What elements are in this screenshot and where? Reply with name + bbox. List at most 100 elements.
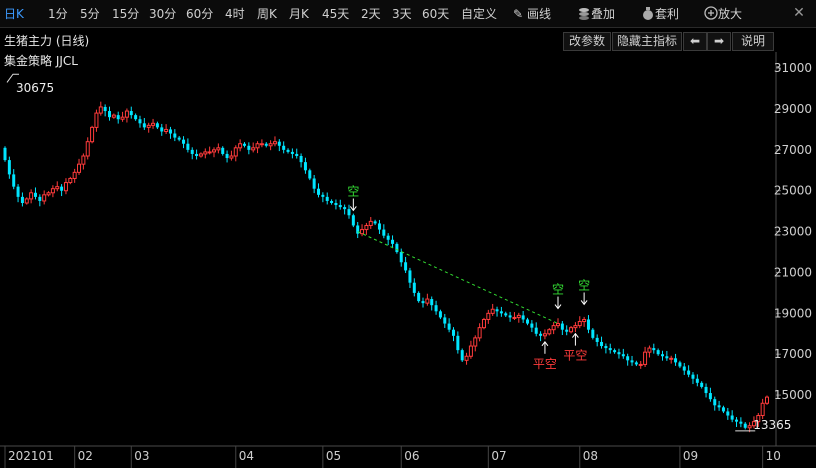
candle[interactable]: [317, 183, 321, 198]
period-custom[interactable]: 自定义: [461, 5, 497, 22]
candle[interactable]: [259, 139, 264, 148]
period-5m[interactable]: 5分: [80, 5, 100, 22]
close-icon[interactable]: ✕: [790, 4, 808, 22]
candle[interactable]: [512, 312, 517, 320]
period-60d[interactable]: 60天: [422, 5, 449, 22]
candle[interactable]: [569, 326, 574, 334]
candle[interactable]: [573, 322, 578, 333]
candle[interactable]: [412, 278, 416, 297]
candle[interactable]: [177, 135, 181, 142]
change-params-button[interactable]: 改参数: [563, 32, 611, 51]
candle[interactable]: [173, 129, 177, 142]
candle[interactable]: [186, 138, 190, 153]
candle[interactable]: [268, 140, 273, 151]
overlay-button[interactable]: 叠加: [577, 5, 615, 22]
candle[interactable]: [395, 242, 399, 254]
candle[interactable]: [225, 150, 229, 163]
candle[interactable]: [142, 117, 146, 130]
candle[interactable]: [303, 157, 307, 174]
candle[interactable]: [16, 184, 20, 203]
candle[interactable]: [360, 224, 365, 237]
candle[interactable]: [182, 136, 186, 149]
candle[interactable]: [626, 353, 630, 366]
hide-main-indicator-button[interactable]: 隐藏主指标: [612, 32, 682, 51]
candle[interactable]: [582, 316, 587, 327]
candle[interactable]: [295, 148, 299, 159]
candle[interactable]: [134, 113, 138, 121]
candle[interactable]: [486, 309, 491, 324]
candle[interactable]: [347, 204, 351, 219]
candle[interactable]: [421, 297, 425, 308]
candle[interactable]: [330, 199, 334, 205]
candle[interactable]: [168, 126, 172, 139]
candle[interactable]: [151, 118, 156, 129]
candle[interactable]: [29, 189, 34, 204]
candle[interactable]: [630, 355, 634, 366]
candle[interactable]: [81, 153, 86, 170]
candle[interactable]: [373, 219, 377, 226]
candle[interactable]: [108, 106, 112, 121]
candle[interactable]: [613, 348, 617, 354]
candle[interactable]: [438, 309, 442, 320]
candle[interactable]: [460, 348, 464, 362]
candle[interactable]: [343, 204, 347, 215]
candle[interactable]: [391, 235, 395, 248]
candle[interactable]: [308, 168, 312, 181]
candle[interactable]: [63, 178, 68, 195]
candle[interactable]: [621, 348, 625, 359]
candle[interactable]: [277, 139, 281, 152]
candle[interactable]: [695, 374, 699, 387]
candle[interactable]: [726, 407, 730, 420]
candle[interactable]: [90, 125, 95, 144]
candle[interactable]: [721, 405, 725, 414]
candle[interactable]: [146, 122, 151, 133]
candle[interactable]: [103, 104, 107, 117]
candle[interactable]: [656, 348, 660, 356]
candle[interactable]: [530, 320, 534, 333]
candle[interactable]: [3, 146, 7, 162]
draw-line-button[interactable]: ✎ 画线: [513, 5, 551, 22]
candle[interactable]: [430, 296, 434, 311]
candle[interactable]: [138, 115, 142, 128]
candle[interactable]: [50, 185, 55, 198]
candle[interactable]: [447, 318, 451, 333]
period-week[interactable]: 周K: [257, 5, 277, 22]
period-45d[interactable]: 45天: [322, 5, 349, 22]
candle[interactable]: [551, 322, 556, 335]
candle[interactable]: [216, 143, 221, 154]
candle[interactable]: [425, 293, 430, 306]
candle[interactable]: [60, 184, 64, 197]
candle[interactable]: [691, 372, 695, 385]
candle[interactable]: [155, 121, 159, 130]
candle[interactable]: [247, 142, 251, 155]
candle[interactable]: [221, 146, 225, 156]
candle[interactable]: [404, 256, 408, 273]
candle[interactable]: [282, 141, 286, 154]
candle[interactable]: [207, 146, 212, 155]
candlestick-chart[interactable]: 31000 29000 27000 25000 23000 21000 19000 17000…: [0, 0, 816, 468]
candle[interactable]: [382, 224, 386, 239]
candle[interactable]: [443, 313, 447, 328]
candle[interactable]: [98, 101, 103, 116]
candle[interactable]: [334, 199, 338, 210]
candle[interactable]: [94, 109, 99, 132]
candle[interactable]: [312, 175, 316, 194]
candle[interactable]: [481, 317, 486, 330]
candle[interactable]: [386, 233, 390, 246]
candle[interactable]: [272, 136, 277, 147]
candle[interactable]: [526, 317, 530, 326]
candle[interactable]: [264, 142, 268, 148]
candle[interactable]: [490, 303, 495, 316]
candle[interactable]: [198, 152, 203, 158]
candle[interactable]: [351, 213, 355, 228]
candle[interactable]: [577, 316, 582, 329]
candle[interactable]: [600, 336, 604, 349]
candle[interactable]: [160, 123, 164, 136]
candle[interactable]: [608, 343, 612, 354]
candle[interactable]: [735, 417, 739, 427]
candle[interactable]: [555, 318, 560, 329]
candle[interactable]: [669, 355, 674, 364]
candle[interactable]: [591, 328, 595, 340]
candle[interactable]: [238, 139, 243, 152]
candle[interactable]: [542, 329, 547, 340]
